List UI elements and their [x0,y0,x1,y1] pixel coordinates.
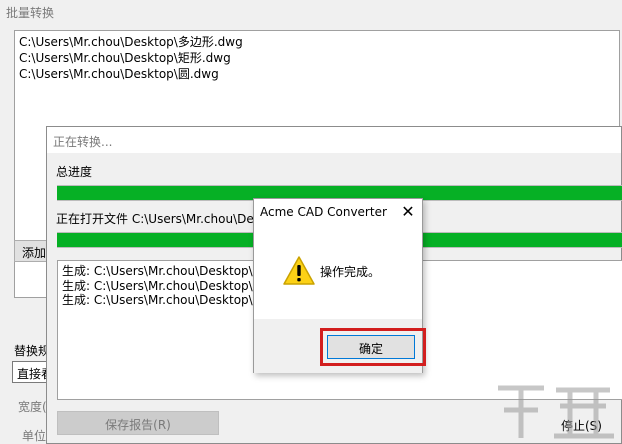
width-label: 宽度( [18,400,47,414]
current-file-label: 正在打开文件 C:\Users\Mr.chou\Desk [56,212,267,226]
progress-dialog-title: 正在转换... [47,127,621,153]
file-list-item[interactable]: C:\Users\Mr.chou\Desktop\圆.dwg [19,66,615,82]
warning-icon [283,256,315,285]
file-list-item[interactable]: C:\Users\Mr.chou\Desktop\多边形.dwg [19,34,615,50]
close-icon[interactable]: ✕ [396,201,420,223]
ok-button[interactable]: 确定 [327,335,415,359]
message-text: 操作完成。 [320,265,381,279]
message-box-title: Acme CAD Converter [260,205,387,219]
unit-label: 单位 [22,429,47,443]
batch-window-title: 批量转换 [6,6,55,20]
message-box: Acme CAD Converter ✕ 操作完成。 确定 [253,198,426,373]
message-box-footer: 确定 [254,319,426,373]
watermark-logo [498,385,614,439]
total-progress-label: 总进度 [56,165,93,179]
file-list-item[interactable]: C:\Users\Mr.chou\Desktop\矩形.dwg [19,50,615,66]
ok-button-highlight: 确定 [320,328,426,366]
replace-rule-label: 替换规 [14,344,51,358]
save-report-button[interactable]: 保存报告(R) [57,411,219,435]
